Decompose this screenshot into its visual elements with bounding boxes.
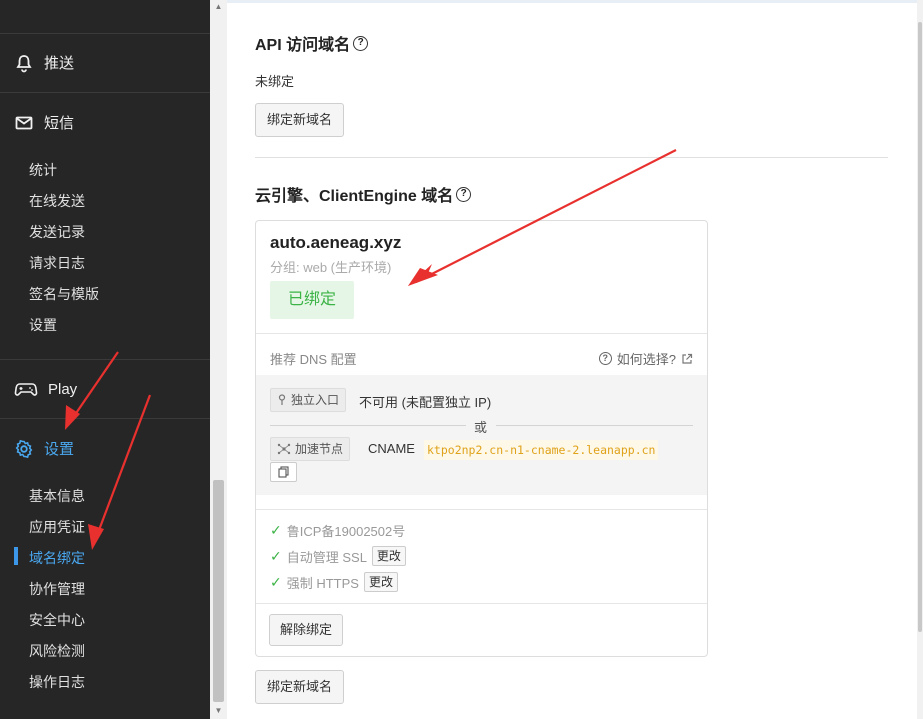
sidebar-item-sms-settings[interactable]: 设置: [29, 315, 57, 335]
engine-domain-title: 云引擎、ClientEngine 域名 ?: [255, 182, 472, 206]
sidebar-divider: [0, 359, 210, 360]
main-scrollbar-thumb[interactable]: [918, 22, 922, 632]
dns-options-box: 独立入口 不可用 (未配置独立 IP) 或 加速节点 CNAME ktpo2np…: [256, 375, 707, 495]
or-label: 或: [474, 420, 488, 435]
top-edge: [227, 0, 917, 3]
sidebar-group-push[interactable]: 推送: [14, 52, 74, 73]
icp-check-row: ✓ 鲁ICP备19002502号: [270, 522, 406, 539]
check-icon: ✓: [270, 522, 282, 538]
sidebar-group-settings[interactable]: 设置: [14, 438, 74, 459]
pin-icon: [278, 394, 286, 405]
sidebar-item-send-records[interactable]: 发送记录: [29, 222, 85, 242]
domain-card: auto.aeneag.xyz 分组: web (生产环境) 已绑定 推荐 DN…: [255, 220, 708, 657]
domain-group: 分组: web (生产环境): [270, 260, 392, 275]
sidebar-divider: [0, 92, 210, 93]
dns-config-title: 推荐 DNS 配置: [270, 352, 357, 367]
bind-engine-domain-button[interactable]: 绑定新域名: [255, 670, 345, 704]
scroll-up-icon[interactable]: ▲: [213, 2, 224, 12]
active-indicator: [14, 547, 18, 565]
unbind-button[interactable]: 解除绑定: [269, 614, 344, 646]
mail-icon: [15, 116, 33, 129]
question-icon: ?: [598, 352, 612, 365]
section-divider: [255, 157, 888, 158]
sidebar-item-stats[interactable]: 统计: [29, 160, 57, 180]
question-icon[interactable]: ?: [456, 186, 472, 202]
check-icon: ✓: [270, 573, 282, 590]
sidebar-item-domain-binding[interactable]: 域名绑定: [29, 548, 85, 568]
sidebar-group-label: 短信: [44, 115, 75, 132]
sidebar-item-online-send[interactable]: 在线发送: [29, 191, 85, 211]
api-domain-status: 未绑定: [255, 74, 295, 89]
sidebar-item-security-center[interactable]: 安全中心: [29, 610, 85, 630]
sidebar-group-label: 推送: [44, 55, 75, 72]
copy-icon: [278, 466, 289, 478]
api-domain-title: API 访问域名 ?: [255, 31, 369, 55]
accel-node-tag: 加速节点: [270, 437, 351, 461]
sidebar-group-sms[interactable]: 短信: [14, 112, 74, 133]
bell-icon: [16, 54, 32, 72]
sidebar-group-label: Play: [48, 380, 78, 398]
copy-cname-button[interactable]: [270, 462, 297, 482]
bound-status-badge: 已绑定: [270, 281, 354, 319]
sidebar-group-label: 设置: [44, 441, 75, 458]
change-https-button[interactable]: 更改: [363, 572, 398, 592]
or-divider-right: [496, 425, 693, 426]
bind-api-domain-button[interactable]: 绑定新域名: [255, 103, 345, 137]
sidebar-divider: [0, 418, 210, 419]
network-nodes-icon: [277, 443, 291, 455]
dedicated-entry-value: 不可用 (未配置独立 IP): [359, 395, 492, 410]
sidebar-item-collaboration[interactable]: 协作管理: [29, 579, 85, 599]
card-divider: [256, 603, 707, 604]
sidebar-item-app-credentials[interactable]: 应用凭证: [29, 517, 85, 537]
ssl-check-row: ✓ 自动管理 SSL 更改: [270, 546, 406, 566]
sidebar-item-signatures-templates[interactable]: 签名与模版: [29, 284, 99, 304]
sidebar-item-operation-logs[interactable]: 操作日志: [29, 672, 85, 692]
dedicated-entry-tag: 独立入口: [270, 388, 347, 412]
sidebar-item-basic-info[interactable]: 基本信息: [29, 486, 85, 506]
question-icon[interactable]: ?: [353, 35, 369, 51]
sidebar-item-risk-detection[interactable]: 风险检测: [29, 641, 85, 661]
sidebar-item-request-logs[interactable]: 请求日志: [29, 253, 85, 273]
gear-icon: [15, 439, 33, 458]
https-check-row: ✓ 强制 HTTPS 更改: [270, 572, 398, 592]
cname-value: ktpo2np2.cn-n1-cname-2.leanapp.cn: [424, 440, 659, 460]
how-to-choose-link[interactable]: ? 如何选择?: [598, 349, 693, 368]
sidebar-divider: [0, 33, 210, 34]
sidebar-group-play[interactable]: Play: [14, 379, 77, 399]
domain-name: auto.aeneag.xyz: [270, 233, 402, 252]
change-ssl-button[interactable]: 更改: [371, 546, 406, 566]
card-divider: [256, 333, 707, 334]
external-link-icon: [682, 353, 693, 364]
gamepad-icon: [14, 383, 38, 396]
scroll-down-icon[interactable]: ▼: [213, 706, 224, 716]
card-divider: [256, 509, 707, 510]
sidebar-scrollbar-thumb[interactable]: [213, 480, 224, 702]
or-divider-left: [270, 425, 466, 426]
sidebar: 推送 短信 统计 在线发送 发送记录 请求日志 签名与模版 设置 Play 设置…: [0, 0, 210, 719]
check-icon: ✓: [270, 547, 282, 564]
cname-label: CNAME: [368, 441, 415, 456]
